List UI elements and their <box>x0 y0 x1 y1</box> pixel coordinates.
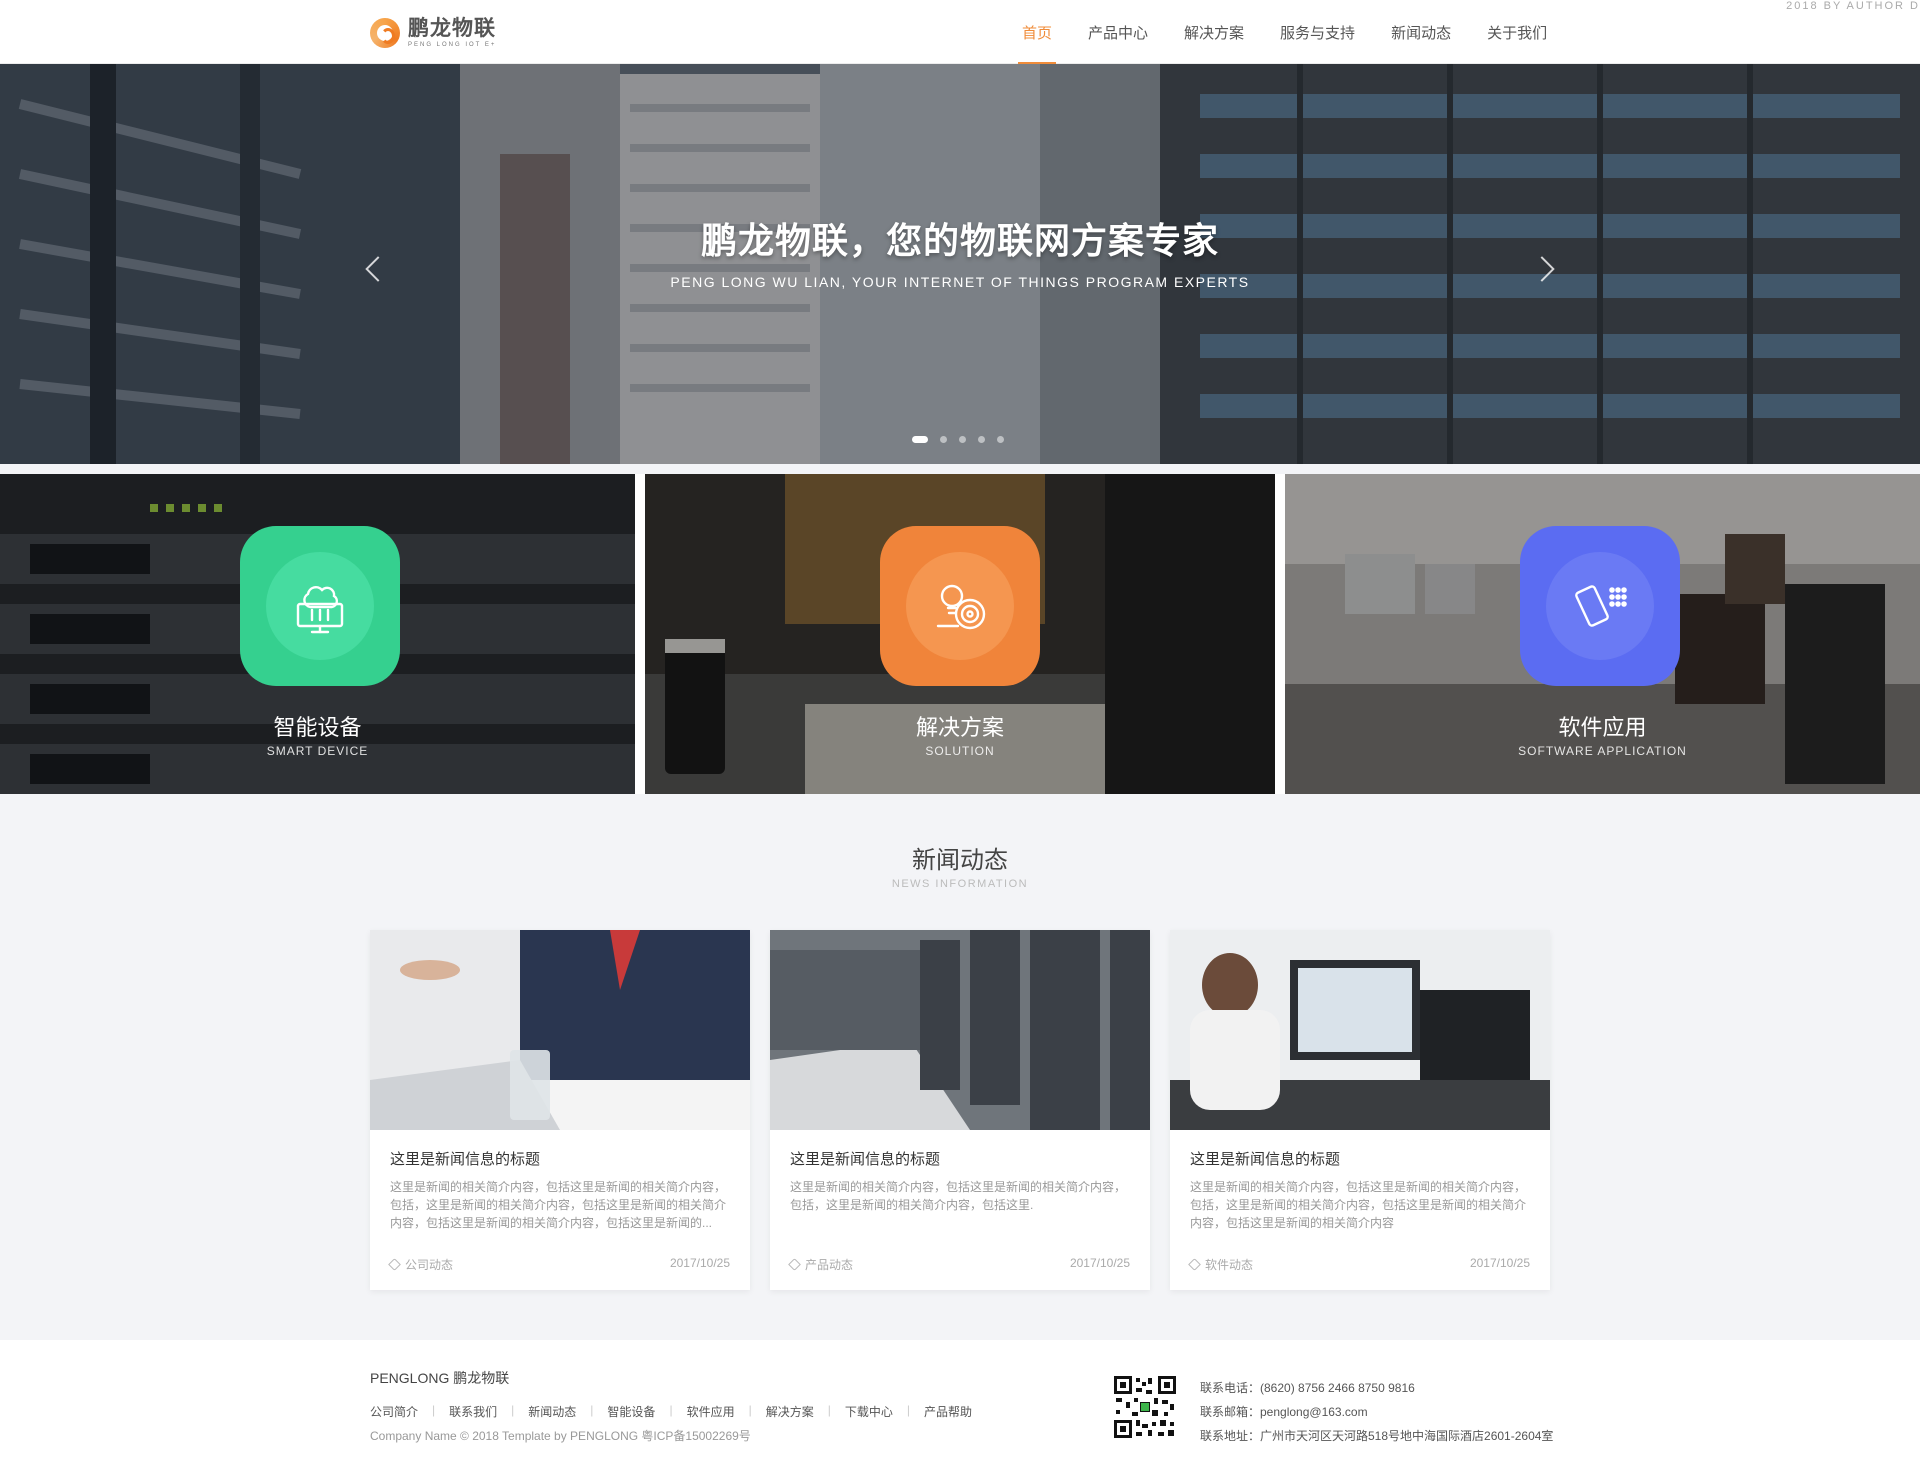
news-image-businessman <box>370 930 750 1130</box>
chevron-left-icon <box>365 256 391 282</box>
news-date: 2017/10/25 <box>669 1256 730 1270</box>
news-category[interactable]: 软件动态 <box>1205 1256 1253 1273</box>
feature-icon-box <box>240 526 400 686</box>
nav-service[interactable]: 服务与支持 <box>1262 0 1373 64</box>
feature-title: 解决方案 <box>915 715 1004 740</box>
footer-link-software[interactable]: 软件应用 <box>687 1403 735 1420</box>
corner-credit: 2018 BY AUTHOR D <box>1786 0 1920 12</box>
tag-icon <box>1188 1258 1201 1271</box>
news-excerpt: 这里是新闻的相关简介内容，包括这里是新闻的相关简介内容，包括，这里是新闻的相关简… <box>1190 1180 1527 1230</box>
feature-tiles: 智能设备 SMART DEVICE 解决方案 SOLUTION 软件应用 SOF… <box>0 474 1920 794</box>
tag-icon <box>788 1258 801 1271</box>
page: 鹏龙物联 PENG LONG IOT E+ 首页 产品中心 解决方案 服务与支持… <box>0 0 1920 1460</box>
site-header: 鹏龙物联 PENG LONG IOT E+ 首页 产品中心 解决方案 服务与支持… <box>0 0 1920 64</box>
section-title: 新闻动态 <box>912 847 1008 874</box>
news-title: 这里是新闻信息的标题 <box>1190 1151 1341 1168</box>
contact-email[interactable]: 联系邮箱：penglong@163.com <box>1200 1400 1553 1424</box>
cloud-computer-icon <box>296 586 344 634</box>
contact-address: 联系地址：广州市天河区天河路518号地中海国际酒店2601-2604室 <box>1200 1429 1554 1443</box>
feature-subtitle: SOLUTION <box>925 744 995 758</box>
news-card[interactable]: 这里是新闻信息的标题 这里是新闻的相关简介内容，包括这里是新闻的相关简介内容，包… <box>1170 930 1550 1290</box>
nav-solutions[interactable]: 解决方案 <box>1166 0 1262 64</box>
tag-icon <box>388 1258 401 1271</box>
lightbulb-target-icon <box>936 584 986 630</box>
news-category[interactable]: 产品动态 <box>805 1256 853 1273</box>
footer-copyright: Company Name © 2018 Template by PENGLONG… <box>370 1429 751 1443</box>
chevron-right-icon <box>1529 256 1555 282</box>
feature-subtitle: SOFTWARE APPLICATION <box>1518 744 1687 758</box>
contact-info: 联系电话：(8620) 8756 2466 8750 9816 联系邮箱：pen… <box>1200 1376 1553 1448</box>
carousel-dot-2[interactable] <box>940 436 947 443</box>
feature-title: 智能设备 <box>273 715 362 740</box>
feature-title: 软件应用 <box>1558 715 1647 740</box>
nav-products[interactable]: 产品中心 <box>1070 0 1166 64</box>
news-category[interactable]: 公司动态 <box>405 1256 453 1273</box>
contact-phone: 联系电话：(8620) 8756 2466 8750 9816 <box>1200 1381 1415 1395</box>
news-image-datacenter <box>770 930 1150 1130</box>
hero-subtitle: PENG LONG WU LIAN, YOUR INTERNET OF THIN… <box>670 274 1250 290</box>
footer-brand: PENGLONG 鹏龙物联 <box>370 1370 510 1386</box>
carousel-dots <box>912 436 1004 443</box>
feature-icon-box <box>880 526 1040 686</box>
mobile-phone-icon <box>1575 585 1627 627</box>
feature-subtitle: SMART DEVICE <box>266 744 369 758</box>
news-title: 这里是新闻信息的标题 <box>790 1151 941 1168</box>
news-card[interactable]: 这里是新闻信息的标题 这里是新闻的相关简介内容，包括这里是新闻的相关简介内容，包… <box>370 930 750 1290</box>
news-card[interactable]: 这里是新闻信息的标题 这里是新闻的相关简介内容，包括这里是新闻的相关简介内容，包… <box>770 930 1150 1290</box>
carousel-dot-4[interactable] <box>978 436 985 443</box>
carousel-dot-1[interactable] <box>912 436 928 443</box>
feature-icon-box <box>1520 526 1680 686</box>
footer-link-contact[interactable]: 联系我们 <box>449 1403 497 1420</box>
logo-name: 鹏龙物联 <box>408 17 496 40</box>
feature-tile-software[interactable]: 软件应用 SOFTWARE APPLICATION <box>1285 474 1920 794</box>
news-section: 新闻动态 NEWS INFORMATION 这里是新闻信息的标题 这里是新闻的相… <box>0 794 1920 1340</box>
logo-mark-icon <box>370 18 400 48</box>
section-subtitle: NEWS INFORMATION <box>891 878 1029 890</box>
footer-link-downloads[interactable]: 下载中心 <box>845 1403 893 1420</box>
qr-code-icon <box>1112 1374 1178 1440</box>
nav-home[interactable]: 首页 <box>1004 0 1070 64</box>
feature-tile-solution[interactable]: 解决方案 SOLUTION <box>645 474 1275 794</box>
footer-link-devices[interactable]: 智能设备 <box>607 1403 655 1420</box>
carousel-dot-3[interactable] <box>959 436 966 443</box>
site-logo[interactable]: 鹏龙物联 PENG LONG IOT E+ <box>370 16 496 50</box>
news-date: 2017/10/25 <box>1069 1256 1130 1270</box>
news-title: 这里是新闻信息的标题 <box>390 1151 541 1168</box>
news-excerpt: 这里是新闻的相关简介内容，包括这里是新闻的相关简介内容，包括，这里是新闻的相关简… <box>790 1180 1127 1212</box>
footer-link-solutions[interactable]: 解决方案 <box>766 1403 814 1420</box>
carousel-prev-button[interactable] <box>358 244 398 294</box>
news-excerpt: 这里是新闻的相关简介内容，包括这里是新闻的相关简介内容，包括，这里是新闻的相关简… <box>390 1180 727 1230</box>
footer-links: 公司简介 | 联系我们 | 新闻动态 | 智能设备 | 软件应用 | 解决方案 | 下载中心… <box>370 1403 972 1420</box>
logo-tagline: PENG LONG IOT E+ <box>408 42 497 48</box>
site-footer: PENGLONG 鹏龙物联 公司简介 | 联系我们 | 新闻动态 | 智能设备 | 软件… <box>0 1340 1920 1460</box>
footer-link-company[interactable]: 公司简介 <box>370 1403 418 1420</box>
main-nav: 首页 产品中心 解决方案 服务与支持 新闻动态 关于我们 <box>1004 0 1565 64</box>
nav-news[interactable]: 新闻动态 <box>1373 0 1469 64</box>
news-date: 2017/10/25 <box>1469 1256 1530 1270</box>
feature-tile-smart-device[interactable]: 智能设备 SMART DEVICE <box>0 474 635 794</box>
nav-about[interactable]: 关于我们 <box>1469 0 1565 64</box>
carousel-next-button[interactable] <box>1522 244 1562 294</box>
footer-link-help[interactable]: 产品帮助 <box>924 1403 972 1420</box>
news-image-engineer <box>1170 930 1550 1130</box>
hero-title: 鹏龙物联，您的物联网方案专家 <box>700 220 1219 261</box>
carousel-dot-5[interactable] <box>997 436 1004 443</box>
footer-link-news[interactable]: 新闻动态 <box>528 1403 576 1420</box>
hero-banner: 鹏龙物联，您的物联网方案专家 PENG LONG WU LIAN, YOUR I… <box>0 64 1920 464</box>
